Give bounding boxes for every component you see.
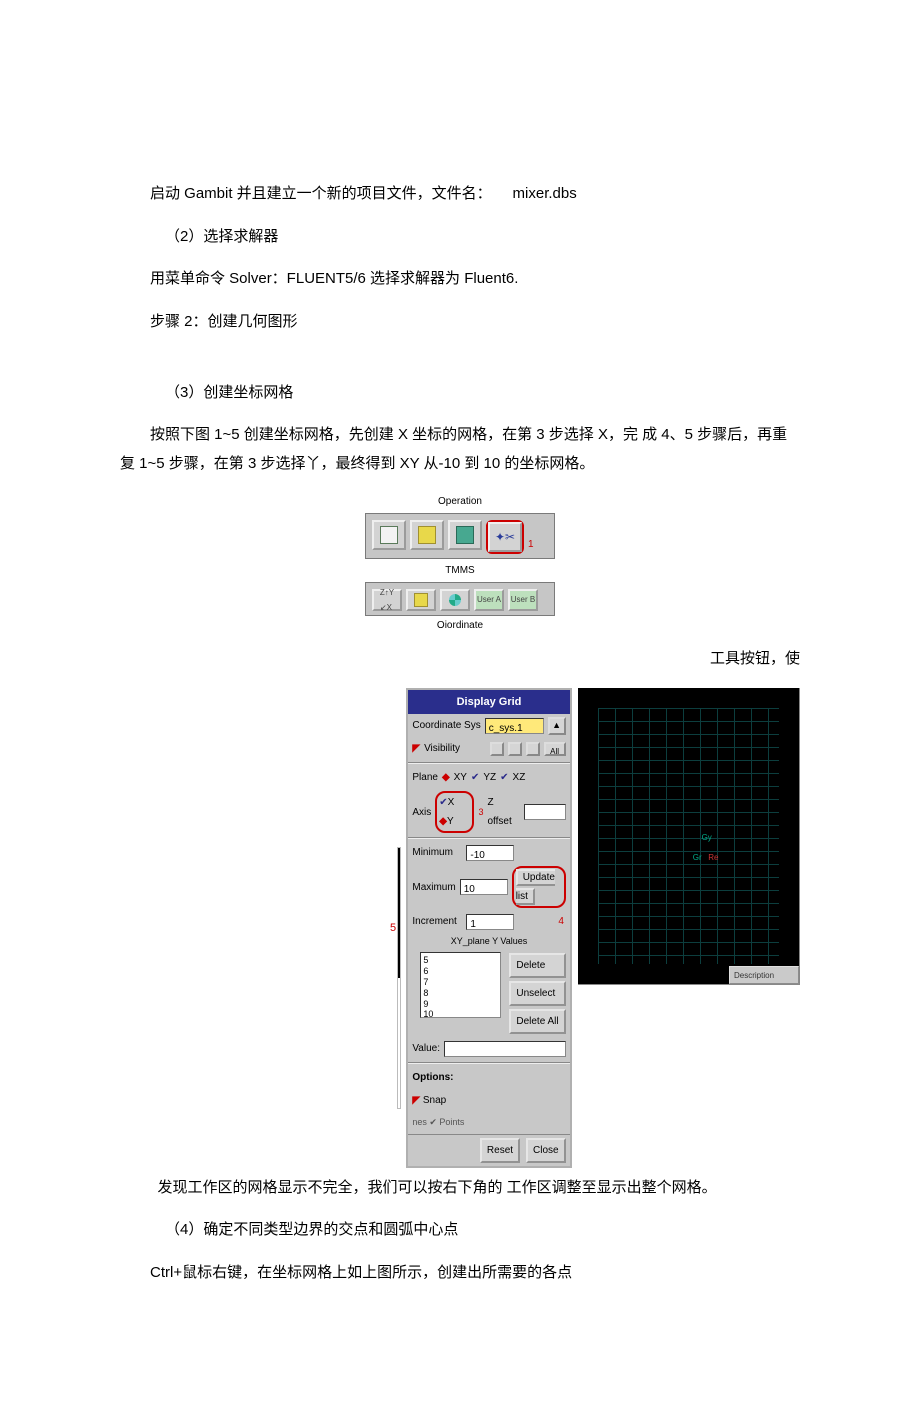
axis-marker-re: Re [708,850,718,865]
grid2-icon [414,593,428,607]
plane-xz[interactable]: XZ [513,768,526,787]
fan-icon [449,594,461,606]
label-operation: Operation [365,492,555,511]
delete-all-button[interactable]: Delete All [509,1009,565,1034]
coord-sys-input[interactable]: c_sys.1 [485,718,544,734]
visibility-label: Visibility [424,739,460,758]
options-label: Options: [412,1068,453,1087]
para-select-solver: （2）选择求解器 [120,223,800,252]
reset-button[interactable]: Reset [480,1138,520,1163]
list-title: XY_plane Y Values [408,933,569,950]
text: 启动 Gambit 并且建立一个新的项目文件，文件名： [150,185,492,202]
user-a-label: User A [477,592,501,607]
values-list[interactable]: 5 6 7 8 9 10 [420,952,501,1018]
zoffset-label: Z offset [487,793,519,831]
highlight-ring-1: ✦✂ [486,520,524,554]
side-strip [398,848,400,1108]
minimum-input[interactable]: -10 [466,845,514,861]
lines-points[interactable]: nes ✔ Points [412,1114,464,1131]
marker-3: 3 [478,804,483,821]
close-button[interactable]: Close [526,1138,566,1163]
para-create-grid: （3）创建坐标网格 [120,379,800,408]
plane-yz[interactable]: YZ [483,768,496,787]
list-item[interactable]: 9 [423,999,498,1010]
vis-all[interactable]: All [544,742,566,756]
marker-4: 4 [558,912,564,931]
value-input[interactable] [444,1041,566,1057]
list-item[interactable]: 8 [423,988,498,999]
maximum-input[interactable]: 10 [460,879,508,895]
tools-icon: ✦✂ [495,526,515,549]
para-step2: 步骤 2：创建几何图形 [120,308,800,337]
axis-marker-gr: Gr [693,850,702,865]
increment-input[interactable]: 1 [466,914,514,930]
axis-x[interactable]: X [448,797,455,808]
highlight-ring-3: ✔X ◆Y [435,791,474,833]
list-item[interactable]: 10 [423,1009,498,1020]
grid-viewport[interactable]: Gy Gr Re Description [578,688,800,985]
marker-1: 1 [528,535,534,554]
cube-icon [380,526,398,544]
user-b-button[interactable]: User B [508,589,538,611]
snap-label[interactable]: Snap [423,1095,446,1106]
maximum-label: Maximum [412,878,455,897]
minimum-label: Minimum [412,843,462,862]
coord-sys-label: Coordinate Sys [412,716,480,735]
list-item[interactable]: 6 [423,966,498,977]
vis-3[interactable] [526,742,540,756]
user-a-button[interactable]: User A [474,589,504,611]
vis-1[interactable] [490,742,504,756]
display-grid-panel: Display Grid Coordinate Sys c_sys.1 ▲ ◤ … [406,688,571,1168]
increment-label: Increment [412,912,462,931]
list-item[interactable]: 5 [423,955,498,966]
mesh-icon [418,526,436,544]
panel-title: Display Grid [408,690,569,715]
para-adjust: 发现工作区的网格显示不完全，我们可以按右下角的 工作区调整至显示出整个网格。 [120,1174,800,1203]
axis-y[interactable]: Y [447,816,454,827]
operation-panel: Operation ✦✂ 1 TMMS Z↑Y↙X User A [365,492,555,635]
fan-button[interactable] [440,589,470,611]
zones-icon [456,526,474,544]
para-launch: 启动 Gambit 并且建立一个新的项目文件，文件名： mixer.dbs [120,180,800,209]
plane-xy[interactable]: XY [454,768,467,787]
user-b-label: User B [511,592,535,607]
para-ctrl-right: Ctrl+鼠标右键，在坐标网格上如上图所示，创建出所需要的各点 [120,1259,800,1288]
marker-5: 5 [390,918,396,939]
display-grid-figure: 5 Display Grid Coordinate Sys c_sys.1 ▲ … [390,688,800,1168]
mesh-button[interactable] [410,520,444,550]
label-tmms: TMMS [365,561,555,580]
update-list-button[interactable]: Update list [516,869,555,905]
tools-button[interactable]: ✦✂ [488,522,522,552]
fragment-right: 工具按钮，使 [120,645,800,674]
viewport-footer: Description [729,966,799,984]
para-step4: （4）确定不同类型边界的交点和圆弧中心点 [120,1216,800,1245]
plane-label: Plane [412,768,438,787]
diamond-icon: ◆ [442,768,450,787]
axis-marker-gy: Gy [702,830,712,845]
unselect-button[interactable]: Unselect [509,981,565,1006]
grid2-button[interactable] [406,589,436,611]
value-label: Value: [412,1039,440,1058]
highlight-ring-4: Update list [512,866,566,908]
label-oiordinate: Oiordinate [365,616,555,635]
zones-button[interactable] [448,520,482,550]
coord-sys-picker[interactable]: ▲ [548,717,566,735]
list-item[interactable]: 7 [423,977,498,988]
para-grid-desc: 按照下图 1~5 创建坐标网格，先创建 X 坐标的网格，在第 3 步选择 X，完… [120,421,800,478]
visibility-toggle-icon: ◤ [412,739,420,758]
filename: mixer.dbs [513,185,577,202]
zoffset-input[interactable] [524,804,566,820]
geometry-button[interactable] [372,520,406,550]
vis-2[interactable] [508,742,522,756]
para-solver-cmd: 用菜单命令 Solver：FLUENT5/6 选择求解器为 Fluent6. [120,265,800,294]
axis-button[interactable]: Z↑Y↙X [372,589,402,611]
grid-lines [598,708,779,964]
axis-icon: Z↑Y↙X [380,585,394,615]
axis-label: Axis [412,803,431,822]
delete-button[interactable]: Delete [509,953,565,978]
